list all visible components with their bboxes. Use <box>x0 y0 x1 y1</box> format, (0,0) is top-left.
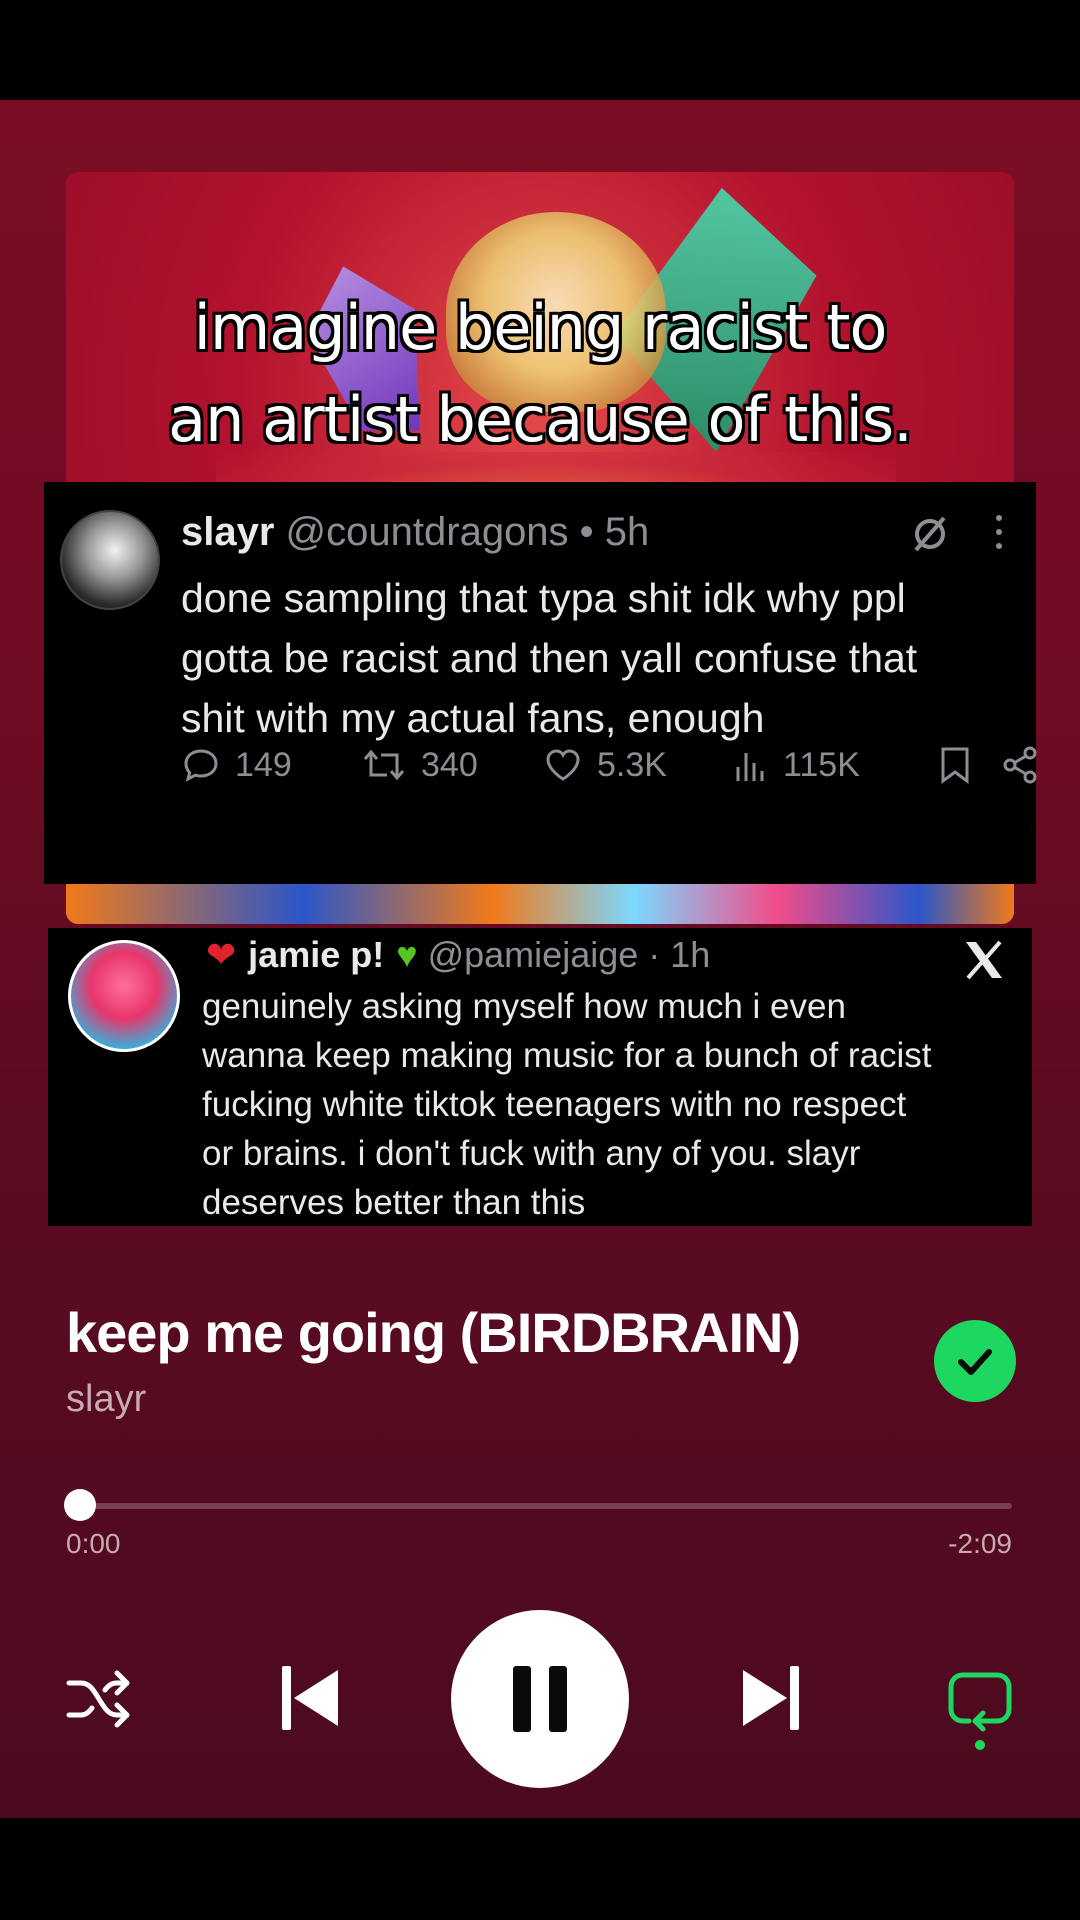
red-heart-icon: ❤ <box>206 934 237 975</box>
bookmark-button[interactable] <box>939 740 985 790</box>
previous-button[interactable] <box>272 1660 348 1736</box>
tweet-card: slayr @countdragons • 5h done sampling t… <box>44 482 1037 884</box>
tweet-text-line: fucking white tiktok teenagers with no r… <box>202 1085 907 1124</box>
skip-next-icon <box>743 1666 799 1730</box>
track-title[interactable]: keep me going (BIRDBRAIN) <box>66 1300 801 1365</box>
retweet-count: 340 <box>421 745 478 784</box>
tweet-text: done sampling that typa shit idk why ppl… <box>181 568 1031 748</box>
video-caption: imagine being racist to an artist becaus… <box>60 282 1020 466</box>
avatar[interactable] <box>60 510 160 610</box>
tweet-actions: 149 340 5.3K 115K <box>181 740 1041 790</box>
grok-icon[interactable] <box>910 514 950 554</box>
reply-icon <box>184 749 218 782</box>
heart-icon <box>546 749 580 781</box>
shuffle-icon <box>66 1670 130 1728</box>
tweet-header: slayr @countdragons • 5h <box>181 510 649 555</box>
time-elapsed: 0:00 <box>66 1528 121 1559</box>
progress-bar[interactable] <box>80 1503 1012 1509</box>
check-icon <box>958 1349 992 1375</box>
tweet-text-line: deserves better than this <box>202 1183 586 1222</box>
repeat-button[interactable] <box>942 1664 1018 1754</box>
shuffle-button[interactable] <box>62 1664 138 1734</box>
views-button[interactable]: 115K <box>733 740 860 790</box>
tweet-text-line: shit with my actual fans, enough <box>181 695 765 741</box>
track-artist[interactable]: slayr <box>66 1378 146 1421</box>
tweet-author-handle: @countdragons • 5h <box>285 510 650 554</box>
more-options-icon[interactable] <box>994 512 1004 552</box>
x-logo-icon <box>966 940 1002 980</box>
skip-previous-icon <box>282 1666 338 1730</box>
time-remaining: -2:09 <box>948 1528 1012 1559</box>
like-button[interactable]: 5.3K <box>543 740 667 790</box>
tweet-card: ❤ jamie p! ♥ @pamiejaige · 1h genuinely … <box>48 928 1032 1226</box>
tweet-author-name[interactable]: slayr <box>181 510 274 554</box>
caption-line: an artist because of this. <box>168 383 913 456</box>
album-art-band <box>66 882 1014 924</box>
green-heart-icon: ♥ <box>396 934 418 975</box>
tweet-text-line: genuinely asking myself how much i even <box>202 987 846 1026</box>
navigation-bar <box>0 1818 1080 1920</box>
like-count: 5.3K <box>597 745 667 784</box>
handle-text: @countdragons <box>285 510 569 554</box>
handle-text: @pamiejaige <box>427 934 639 975</box>
tweet-time: 5h <box>604 510 650 554</box>
tweet-time: 1h <box>670 934 711 975</box>
reply-count: 149 <box>235 745 292 784</box>
bookmark-icon <box>941 747 969 784</box>
progress-handle[interactable] <box>64 1489 96 1521</box>
views-count: 115K <box>783 745 860 784</box>
tweet-header: ❤ jamie p! ♥ @pamiejaige · 1h <box>206 934 710 976</box>
tweet-text: genuinely asking myself how much i even … <box>202 982 1022 1227</box>
pause-button[interactable] <box>451 1610 629 1788</box>
repeat-icon <box>948 1672 1012 1750</box>
reply-button[interactable]: 149 <box>181 740 292 790</box>
tweet-text-line: gotta be racist and then yall confuse th… <box>181 635 918 681</box>
tweet-author-name[interactable]: jamie p! <box>248 934 384 976</box>
next-button[interactable] <box>733 1660 809 1736</box>
share-icon <box>1003 746 1037 784</box>
tweet-author-handle: @pamiejaige · 1h <box>427 934 711 975</box>
caption-line: imagine being racist to <box>193 291 888 364</box>
share-button[interactable] <box>1001 740 1053 790</box>
tweet-text-line: or brains. i don't fuck with any of you.… <box>202 1134 861 1173</box>
liked-button[interactable] <box>934 1320 1016 1402</box>
views-icon <box>736 753 764 781</box>
tweet-text-line: done sampling that typa shit idk why ppl <box>181 575 906 621</box>
retweet-button[interactable]: 340 <box>361 740 478 790</box>
avatar[interactable] <box>68 940 180 1052</box>
status-bar <box>0 0 1080 100</box>
retweet-icon <box>363 749 405 781</box>
pause-icon <box>513 1666 567 1732</box>
tweet-text-line: wanna keep making music for a bunch of r… <box>202 1036 932 1075</box>
